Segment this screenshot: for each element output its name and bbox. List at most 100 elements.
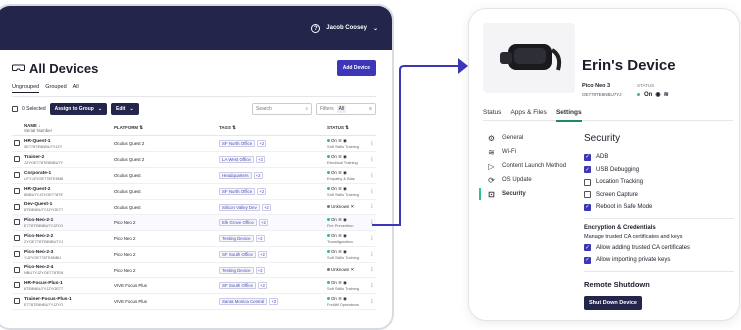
more-options-icon[interactable]: ⋮ [367, 151, 376, 168]
more-tags-badge[interactable]: +2 [257, 188, 267, 195]
more-tags-badge[interactable]: +2 [255, 266, 265, 274]
more-tags-badge[interactable]: +2 [257, 251, 267, 258]
table-row[interactable]: Trainer-Focus-Plus-1 E778TE8NBU7YJZYO VIVE… [12, 293, 376, 310]
assign-group-button[interactable]: Assign to Group ⌄ [49, 103, 108, 115]
column-platform[interactable]: PLATFORM ⇅ [112, 121, 217, 136]
tab-grouped[interactable]: Grouped [45, 84, 66, 93]
tag-badge[interactable]: SF North Office [219, 188, 256, 195]
tag-badge[interactable]: Elk Grove Office [219, 219, 257, 226]
sidebar-item-wi-fi[interactable]: ≋ Wi-Fi [487, 145, 566, 159]
column-status[interactable]: STATUS ⇅ [325, 121, 368, 136]
checkbox-location-tracking[interactable]: Location Tracking [584, 176, 734, 189]
check-icon[interactable]: ✓ [584, 203, 591, 211]
filters-select[interactable]: Filters All ≡ [316, 103, 376, 115]
table-row[interactable]: HR-Quest-1 0E778TE8NBU7YJZY Oculus Quest 2… [12, 135, 376, 152]
more-tags-badge[interactable]: +2 [269, 298, 279, 305]
serial-number: ZYOE778TE8NBU7YJ [24, 238, 64, 244]
search-input[interactable]: Search ⌕ [252, 103, 312, 115]
row-checkbox[interactable] [14, 266, 20, 273]
table-row[interactable]: Pico-Neo-2-4 NBU7YJZYOE778TE8 Pico Neo 2 Te… [12, 262, 376, 278]
more-options-icon[interactable]: ⋮ [367, 246, 376, 263]
row-checkbox[interactable] [14, 219, 20, 225]
active-indicator [479, 188, 481, 200]
tag-badge[interactable]: Headquarters [219, 172, 252, 179]
more-tags-badge[interactable]: +2 [253, 172, 263, 179]
checkbox-reboot-in-safe-mode[interactable]: ✓ Reboot in Safe Mode [584, 201, 734, 214]
devices-table: NAME ↓ Serial Number PLATFORM ⇅ TAGS ⇅ ST… [12, 121, 376, 310]
checkbox-usb-debugging[interactable]: ✓ USB Debugging [584, 164, 734, 177]
tab-status[interactable]: Status [483, 109, 501, 116]
check-icon[interactable]: ✓ [584, 153, 591, 161]
security-section: Security ✓ ADB ✓ USB Debugging Location Trac… [584, 133, 734, 310]
more-tags-badge[interactable]: +2 [257, 282, 267, 289]
more-tags-badge[interactable]: +2 [258, 219, 268, 226]
chevron-down-icon[interactable]: ⌄ [373, 25, 378, 32]
sidebar-item-general[interactable]: ⚙ General [487, 131, 566, 145]
column-name[interactable]: NAME ↓ Serial Number [22, 121, 112, 136]
table-row[interactable]: Pico-Neo-2-1 E778TE8NBU7YJZYO Pico Neo 2 El… [12, 214, 376, 231]
table-row[interactable]: Pico-Neo-2-2 ZYOE778TE8NBU7YJ Pico Neo 2 Te… [12, 230, 376, 247]
more-options-icon[interactable]: ⋮ [367, 293, 376, 310]
more-tags-badge[interactable]: +2 [261, 203, 271, 211]
add-device-button[interactable]: Add Device [336, 60, 376, 76]
empty-checkbox[interactable] [584, 178, 591, 186]
row-checkbox[interactable] [14, 156, 20, 162]
top-bar: ? Jacob Coosey ⌄ [0, 6, 392, 50]
more-options-icon[interactable]: ⋮ [367, 199, 376, 215]
table-row[interactable]: Trainer-2 JZYOE778TE8NBU7Y Oculus Quest 2L… [12, 151, 376, 168]
tag-badge[interactable]: Testing Device [219, 235, 254, 242]
sidebar-item-security[interactable]: ⊡ Security [479, 187, 566, 201]
tag-badge[interactable]: Testing Device [219, 266, 254, 274]
more-tags-badge[interactable]: +2 [255, 156, 265, 163]
tag-badge[interactable]: SF North Office [219, 140, 256, 147]
check-icon[interactable]: ✓ [584, 244, 591, 252]
select-all-checkbox[interactable] [12, 106, 18, 112]
more-options-icon[interactable]: ⋮ [367, 214, 376, 231]
table-row[interactable]: Corporate-1 U7YJZYOE778TE8NB Oculus Quest H… [12, 167, 376, 184]
more-options-icon[interactable]: ⋮ [367, 167, 376, 184]
tag-badge[interactable]: SF South Office [219, 251, 256, 258]
edit-button[interactable]: Edit ⌄ [111, 103, 139, 115]
tag-badge[interactable]: SF South Office [219, 282, 256, 289]
sidebar-item-content-launch-method[interactable]: ▷ Content Launch Method [487, 159, 566, 173]
table-row[interactable]: HR-Focus-Plus-1 8TE8NBU7YJZYOE77 VIVE Focu… [12, 277, 376, 294]
check-icon[interactable]: ✓ [584, 166, 591, 174]
more-tags-badge[interactable]: +2 [257, 140, 267, 147]
checkbox-adb[interactable]: ✓ ADB [584, 151, 734, 164]
table-row[interactable]: HR-Quest-2 8NBU7YJZYOE778TE Oculus Quest SF… [12, 183, 376, 200]
column-tags[interactable]: TAGS ⇅ [217, 121, 325, 136]
row-checkbox[interactable] [14, 203, 20, 210]
more-options-icon[interactable]: ⋮ [367, 277, 376, 294]
row-checkbox[interactable] [14, 140, 20, 146]
tab-ungrouped[interactable]: Ungrouped [12, 84, 40, 93]
user-name[interactable]: Jacob Coosey [326, 25, 367, 31]
more-options-icon[interactable]: ⋮ [367, 183, 376, 200]
checkbox-allow-importing-private-keys[interactable]: ✓ Allow importing private keys [584, 254, 734, 267]
checkbox-allow-adding-trusted-ca-certificates[interactable]: ✓ Allow adding trusted CA certificates [584, 242, 734, 255]
table-row[interactable]: Pico-Neo-2-3 YJZYOE778TE8NBU Pico Neo 2 SF … [12, 246, 376, 263]
tag-badge[interactable]: Silicon Valley Dev [219, 203, 260, 211]
more-options-icon[interactable]: ⋮ [367, 262, 376, 278]
row-checkbox[interactable] [14, 282, 20, 288]
row-checkbox[interactable] [14, 235, 20, 241]
tab-apps-files[interactable]: Apps & Files [510, 109, 547, 116]
tag-badge[interactable]: Santa Monica Central [219, 298, 268, 305]
row-checkbox[interactable] [14, 188, 20, 194]
more-tags-badge[interactable]: +2 [255, 235, 265, 242]
more-options-icon[interactable]: ⋮ [367, 135, 376, 152]
empty-checkbox[interactable] [584, 191, 591, 199]
row-checkbox[interactable] [14, 298, 20, 304]
help-icon[interactable]: ? [311, 23, 321, 33]
tab-all[interactable]: All [73, 84, 79, 93]
table-row[interactable]: Dev-Quest-1 8TE8NBU7YJZYOE77 Oculus Quest S… [12, 199, 376, 215]
sidebar-item-os-update[interactable]: ⟳ OS Update [487, 173, 566, 187]
row-checkbox[interactable] [14, 172, 20, 178]
tag-badge[interactable]: LA West Office [219, 156, 254, 163]
row-checkbox[interactable] [14, 251, 20, 257]
more-options-icon[interactable]: ⋮ [367, 230, 376, 247]
tab-settings[interactable]: Settings [555, 109, 582, 122]
check-icon[interactable]: ✓ [584, 256, 591, 264]
checkbox-screen-capture[interactable]: Screen Capture [584, 189, 734, 202]
shut-down-button[interactable]: Shut Down Device [584, 295, 642, 310]
vr-icon: ◉ [343, 280, 347, 285]
